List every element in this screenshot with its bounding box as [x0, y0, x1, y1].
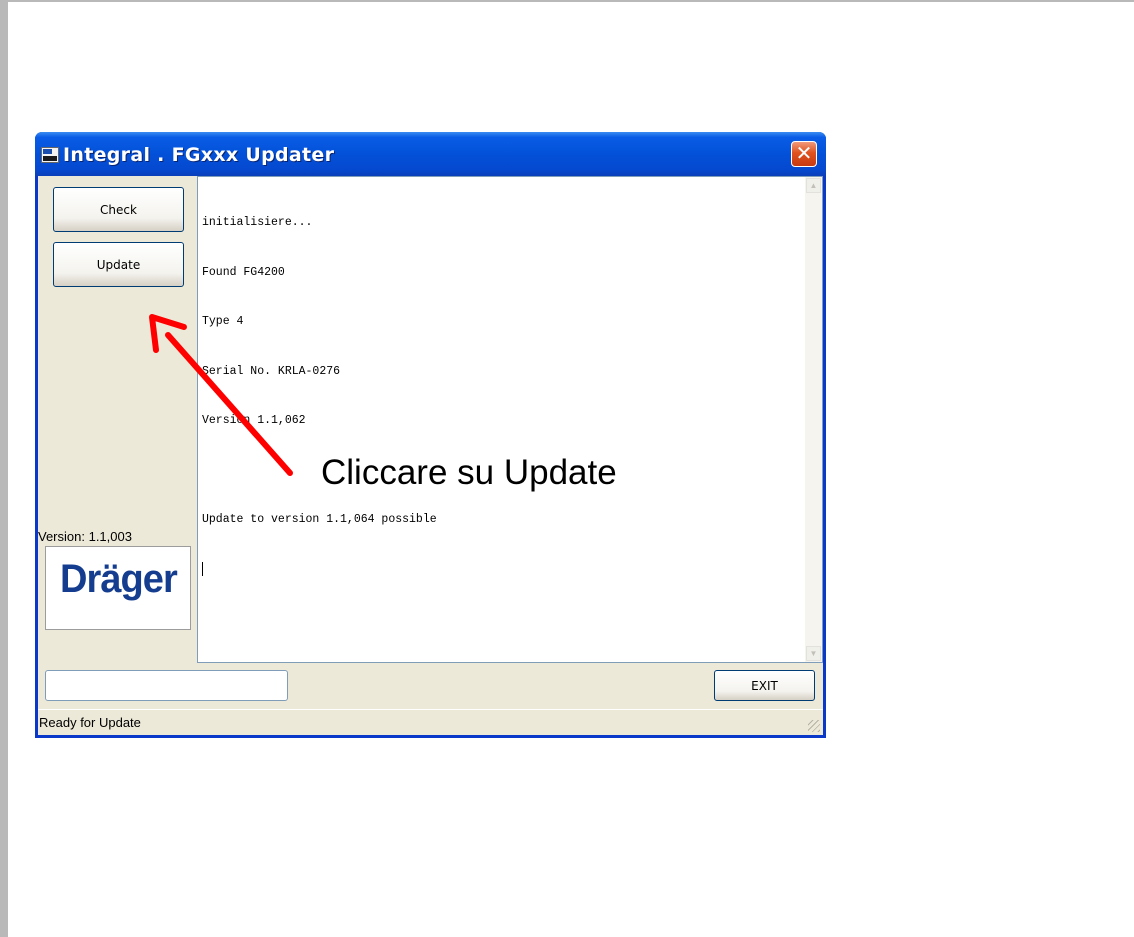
text-caret: [202, 561, 437, 579]
vertical-scrollbar[interactable]: ▲ ▼: [805, 177, 822, 662]
exit-button[interactable]: EXIT: [714, 670, 815, 701]
app-version-label: Version: 1.1,003: [38, 529, 132, 544]
log-line: Serial No. KRLA-0276: [202, 364, 341, 378]
annotation-text: Cliccare su Update: [321, 453, 617, 492]
drager-logo-text: Dräger: [60, 557, 178, 601]
log-output[interactable]: initialisiere... Found FG4200 Type 4 Ser…: [197, 176, 823, 663]
drager-logo: Dräger: [45, 546, 191, 630]
log-lines: initialisiere... Found FG4200 Type 4 Ser…: [202, 182, 437, 611]
window-title: Integral . FGxxx Updater: [63, 144, 335, 166]
slide-border-top: [0, 0, 1134, 2]
updater-window: Integral . FGxxx Updater ✕ Check Update …: [35, 132, 826, 738]
log-line: initialisiere...: [202, 216, 313, 229]
log-line: Version 1.1,062: [202, 414, 306, 427]
log-line: Update to version 1.1,064 possible: [202, 513, 437, 526]
status-text: Ready for Update: [39, 715, 141, 730]
slide-border-left: [0, 0, 8, 937]
log-line: Found FG4200: [202, 265, 285, 279]
close-icon[interactable]: ✕: [791, 141, 817, 167]
update-button[interactable]: Update: [53, 242, 184, 287]
resize-grip-icon[interactable]: [808, 720, 820, 732]
progress-field: [45, 670, 288, 701]
check-button[interactable]: Check: [53, 187, 184, 232]
drager-app-icon: [41, 147, 59, 163]
scroll-down-arrow-icon[interactable]: ▼: [806, 646, 821, 661]
title-bar[interactable]: Integral . FGxxx Updater ✕: [35, 132, 826, 176]
log-line: Type 4: [202, 315, 244, 328]
scroll-up-arrow-icon[interactable]: ▲: [806, 178, 821, 193]
status-bar: Ready for Update: [38, 709, 823, 735]
